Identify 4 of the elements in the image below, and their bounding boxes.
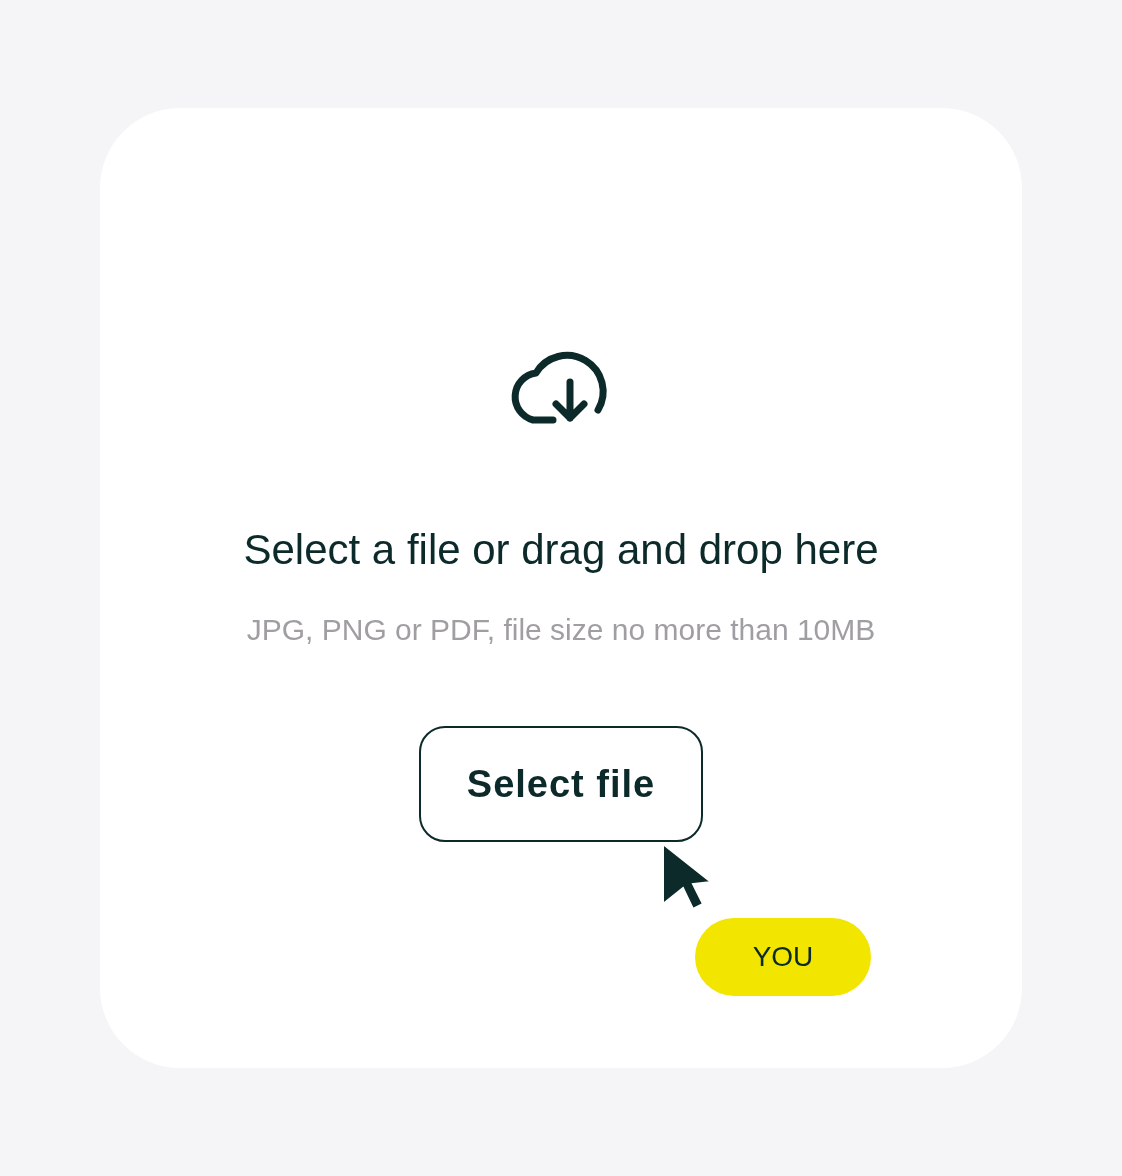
user-badge: YOU (695, 918, 871, 996)
select-file-button[interactable]: Select file (419, 726, 703, 842)
file-requirements-text: JPG, PNG or PDF, file size no more than 10MB (246, 612, 876, 648)
upload-title: Select a file or drag and drop here (243, 525, 879, 575)
